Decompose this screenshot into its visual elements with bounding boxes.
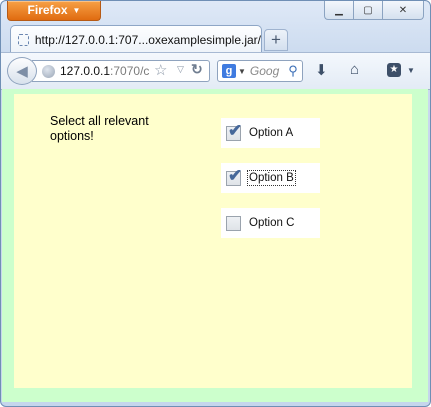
checkbox-option-a[interactable]: ✔ xyxy=(226,122,242,141)
search-engine-icon[interactable]: g xyxy=(222,64,236,78)
globe-icon xyxy=(42,64,55,78)
browser-window: Firefox ▼ ▁ ▢ ✕ http://127.0.0.1:707...ox… xyxy=(0,0,431,407)
firefox-menu-label: Firefox xyxy=(27,3,68,17)
checkbox-option-b[interactable]: ✔ xyxy=(226,167,242,186)
search-icon[interactable]: ⚲ xyxy=(284,63,302,79)
reload-icon[interactable]: ↻ xyxy=(191,61,203,78)
chevron-down-icon: ▼ xyxy=(238,66,246,76)
checkbox-option-c[interactable] xyxy=(226,215,241,231)
checkmark-icon: ✔ xyxy=(228,120,243,140)
checkmark-icon: ✔ xyxy=(228,165,243,185)
chevron-down-icon[interactable]: ▼ xyxy=(407,66,415,75)
bookmark-star-icon[interactable]: ☆ xyxy=(154,61,167,79)
browser-tab[interactable]: http://127.0.0.1:707...oxexamplesimple.j… xyxy=(10,25,262,53)
back-arrow-icon: ◀ xyxy=(16,63,28,80)
option-c[interactable]: Option C xyxy=(221,208,320,238)
address-rest: :7070/c xyxy=(110,64,150,78)
tab-title: http://127.0.0.1:707...oxexamplesimple.j… xyxy=(34,32,261,47)
bookmarks-menu-icon[interactable]: ★ xyxy=(387,63,401,77)
minimize-button[interactable]: ▁ xyxy=(324,1,353,20)
back-button[interactable]: ◀ xyxy=(7,57,37,85)
firefox-menu-button[interactable]: Firefox ▼ xyxy=(7,1,101,21)
option-label: Option B xyxy=(247,170,296,186)
option-label: Option C xyxy=(249,217,295,229)
download-icon[interactable]: ⬇ xyxy=(315,61,328,79)
new-tab-button[interactable]: + xyxy=(264,29,288,51)
question-text: Select all relevant options! xyxy=(50,114,149,143)
search-bar[interactable]: g ▼ Goog ⚲ xyxy=(217,60,303,82)
option-a[interactable]: ✔ Option A xyxy=(221,118,320,148)
page-content: Select all relevant options! ✔ Option A … xyxy=(2,89,428,402)
history-dropdown-icon[interactable]: ▽ xyxy=(177,64,184,75)
window-controls: ▁ ▢ ✕ xyxy=(324,1,424,20)
question-panel: Select all relevant options! ✔ Option A … xyxy=(14,94,412,388)
option-label: Option A xyxy=(249,127,294,139)
option-b[interactable]: ✔ Option B xyxy=(221,163,320,193)
navigation-toolbar: 127.0.0.1:7070/c ◀ ☆ ▽ ↻ g ▼ Goog ⚲ ⬇ ⌂ … xyxy=(1,52,430,90)
home-icon[interactable]: ⌂ xyxy=(350,61,359,78)
maximize-button[interactable]: ▢ xyxy=(353,1,382,20)
page-icon xyxy=(18,33,29,46)
chevron-down-icon: ▼ xyxy=(72,6,81,15)
search-input[interactable]: Goog xyxy=(250,64,284,78)
address-host: 127.0.0.1 xyxy=(60,64,111,78)
close-button[interactable]: ✕ xyxy=(382,1,424,20)
